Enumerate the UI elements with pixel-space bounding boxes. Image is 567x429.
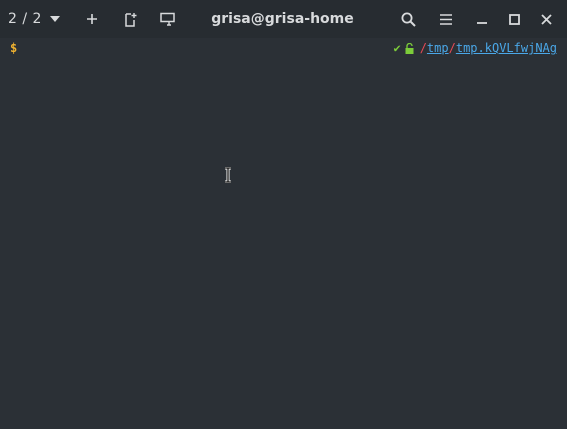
new-tab-button[interactable] [79, 0, 105, 38]
terminal-window: 2 / 2 grisa@grisa-home $ ✔ /tmp/tmp.kQVL… [0, 0, 567, 429]
tab-counter-label: 2 / 2 [8, 11, 42, 27]
path-segment-tmp: tmp [426, 41, 449, 55]
maximize-icon [508, 13, 520, 25]
hamburger-menu-icon [440, 13, 452, 25]
terminal-split-icon [160, 12, 176, 26]
unlocked-icon [405, 42, 414, 54]
new-window-button[interactable] [117, 0, 143, 38]
check-icon: ✔ [393, 41, 401, 55]
prompt-status: ✔ /tmp/tmp.kQVLfwjNAg [393, 41, 557, 55]
document-new-icon [124, 12, 137, 27]
text-cursor-icon [224, 167, 232, 183]
search-button[interactable] [395, 0, 421, 38]
menu-button[interactable] [433, 0, 459, 38]
minimize-button[interactable] [469, 0, 495, 38]
titlebar: 2 / 2 grisa@grisa-home [0, 0, 567, 38]
maximize-button[interactable] [501, 0, 527, 38]
close-icon [540, 13, 552, 25]
tab-switcher[interactable]: 2 / 2 [8, 0, 62, 38]
search-icon [401, 12, 416, 27]
chevron-down-icon [49, 16, 60, 22]
window-title: grisa@grisa-home [211, 11, 354, 27]
minimize-icon [477, 14, 487, 24]
prompt-symbol: $ [10, 41, 18, 55]
terminal-area[interactable]: $ ✔ /tmp/tmp.kQVLfwjNAg [0, 38, 567, 429]
split-terminal-button[interactable] [155, 0, 181, 38]
current-path: /tmp/tmp.kQVLfwjNAg [420, 41, 557, 55]
path-separator: / [448, 41, 456, 55]
path-separator: / [419, 41, 427, 55]
plus-icon [86, 13, 98, 25]
close-button[interactable] [533, 0, 559, 38]
path-segment-dir: tmp.kQVLfwjNAg [455, 41, 557, 55]
